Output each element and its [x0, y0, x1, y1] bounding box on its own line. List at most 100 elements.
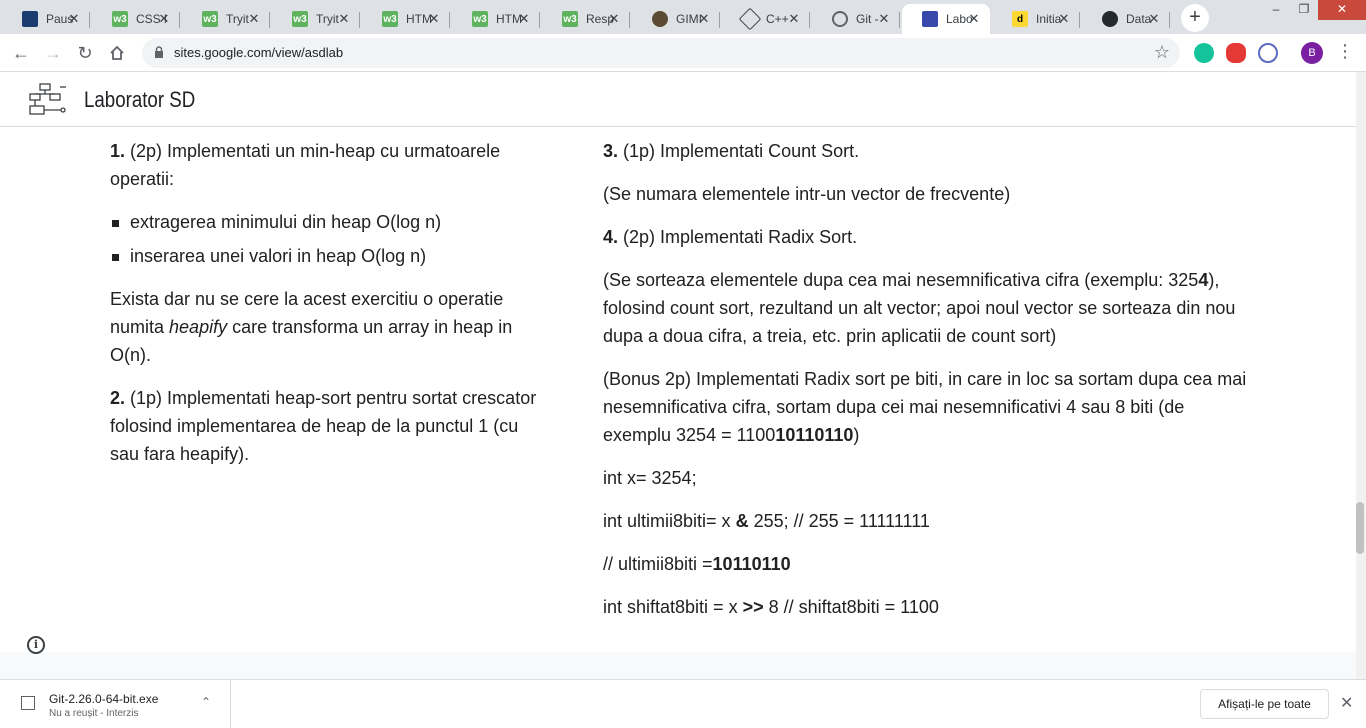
w3schools-icon: w3	[202, 11, 218, 27]
close-icon[interactable]: ✕	[1340, 693, 1353, 713]
lock-icon	[155, 46, 163, 58]
cpp-icon	[738, 7, 762, 31]
tab[interactable]: w3 Resp ✕	[542, 4, 630, 34]
close-tab-icon[interactable]: ✕	[336, 11, 352, 27]
tab-strip: Paus ✕ w3 CSS l ✕ w3 Tryit ✕ w3 Tryit ✕ w3 HTM ✕ w3 HTM…	[0, 0, 1366, 34]
tab[interactable]: Labo ✕	[902, 4, 990, 34]
tab-separator	[899, 12, 900, 28]
tab[interactable]: w3 HTM ✕	[452, 4, 540, 34]
menu-icon[interactable]: ⋮	[1336, 41, 1354, 62]
download-status: Nu a reușit - Interzis	[49, 708, 139, 719]
show-all-button[interactable]: Afișați-le pe toate	[1200, 689, 1329, 719]
bonus-note: (Bonus 2p) Implementati Radix sort pe bi…	[603, 369, 1247, 445]
close-tab-icon[interactable]: ✕	[876, 11, 892, 27]
tab[interactable]: w3 Tryit ✕	[272, 4, 360, 34]
w3schools-icon: w3	[472, 11, 488, 27]
tab-separator	[719, 12, 720, 28]
home-icon[interactable]	[105, 41, 129, 65]
close-tab-icon[interactable]: ✕	[426, 11, 442, 27]
w3schools-icon: w3	[112, 11, 128, 27]
tab-separator	[179, 12, 180, 28]
left-column: 1. (2p) Implementati un min-heap cu urma…	[110, 137, 550, 483]
close-tab-icon[interactable]: ✕	[786, 11, 802, 27]
tab[interactable]: d Initia ✕	[992, 4, 1080, 34]
code-line-4: int shiftat8biti = x >> 8 // shiftat8bit…	[603, 597, 939, 617]
close-tab-icon[interactable]: ✕	[966, 11, 982, 27]
close-tab-icon[interactable]: ✕	[1056, 11, 1072, 27]
tab-separator	[629, 12, 630, 28]
profile-avatar[interactable]: B	[1301, 42, 1323, 64]
tab[interactable]: w3 HTM ✕	[362, 4, 450, 34]
d-icon: d	[1012, 11, 1028, 27]
info-icon[interactable]: i	[27, 636, 45, 654]
code-line-3: // ultimii8biti =10110110	[603, 554, 791, 574]
minimize-button[interactable]: –	[1262, 0, 1290, 20]
tab-separator	[539, 12, 540, 28]
download-bar: Git-2.26.0-64-bit.exe Nu a reușit - Inte…	[0, 679, 1366, 728]
tab[interactable]: C++ ✕	[722, 4, 810, 34]
tab-separator	[449, 12, 450, 28]
tab-separator	[1169, 12, 1170, 28]
address-bar[interactable]: sites.google.com/view/asdlab ☆	[142, 38, 1180, 68]
file-icon	[21, 696, 35, 710]
tab-separator	[359, 12, 360, 28]
exercise-4-note: (Se sorteaza elementele dupa cea mai nes…	[603, 270, 1236, 346]
list-item: inserarea unei valori in heap O(log n)	[110, 242, 550, 270]
exercise-3: 3. (1p) Implementati Count Sort.	[603, 141, 860, 161]
code-line-2: int ultimii8biti= x & 255; // 255 = 1111…	[603, 511, 930, 531]
site-logo-icon[interactable]	[28, 82, 68, 116]
page-footer-band	[0, 652, 1356, 679]
sites-icon	[922, 11, 938, 27]
scrollbar-thumb[interactable]	[1356, 502, 1364, 554]
gimp-icon	[652, 11, 668, 27]
code-line-1: int x= 3254;	[603, 468, 697, 488]
tab[interactable]: Data ✕	[1082, 4, 1170, 34]
block-extension-icon[interactable]	[1258, 43, 1278, 63]
exercise-3-note: (Se numara elementele intr-un vector de …	[603, 184, 1011, 204]
close-tab-icon[interactable]: ✕	[156, 11, 172, 27]
back-icon[interactable]: ←	[9, 41, 33, 65]
adblock-icon[interactable]	[1226, 43, 1246, 63]
exercise-2: 2. (1p) Implementati heap-sort pentru so…	[110, 388, 537, 464]
w3schools-icon: w3	[382, 11, 398, 27]
download-filename: Git-2.26.0-64-bit.exe	[49, 692, 159, 706]
w3schools-icon: w3	[292, 11, 308, 27]
url-text: sites.google.com/view/asdlab	[174, 45, 344, 60]
close-tab-icon[interactable]: ✕	[66, 11, 82, 27]
chevron-up-icon[interactable]: ⌃	[201, 695, 211, 709]
close-tab-icon[interactable]: ✕	[1146, 11, 1162, 27]
tab[interactable]: GIMI ✕	[632, 4, 720, 34]
close-tab-icon[interactable]: ✕	[516, 11, 532, 27]
ex1-bullet-list: extragerea minimului din heap O(log n) i…	[110, 208, 550, 270]
reload-icon[interactable]: ↻	[73, 41, 97, 65]
video-icon	[22, 11, 38, 27]
tab-separator	[89, 12, 90, 28]
github-icon	[1102, 11, 1118, 27]
forward-icon[interactable]: →	[41, 41, 65, 65]
list-item: extragerea minimului din heap O(log n)	[110, 208, 550, 236]
tab-separator	[809, 12, 810, 28]
tab-separator	[1079, 12, 1080, 28]
w3schools-icon: w3	[562, 11, 578, 27]
close-window-button[interactable]: ✕	[1318, 0, 1366, 20]
right-column: 3. (1p) Implementati Count Sort. (Se num…	[603, 137, 1253, 636]
tab[interactable]: Git - ✕	[812, 4, 900, 34]
close-tab-icon[interactable]: ✕	[606, 11, 622, 27]
tab[interactable]: w3 Tryit ✕	[182, 4, 270, 34]
tab[interactable]: w3 CSS l ✕	[92, 4, 180, 34]
close-tab-icon[interactable]: ✕	[696, 11, 712, 27]
globe-icon	[832, 11, 848, 27]
page-scrollbar[interactable]	[1356, 72, 1366, 679]
bookmark-star-icon[interactable]: ☆	[1154, 42, 1170, 63]
maximize-button[interactable]: ❐	[1290, 0, 1318, 20]
browser-toolbar: ← → ↻ sites.google.com/view/asdlab ☆ B ⋮	[0, 34, 1366, 72]
heapify-note: Exista dar nu se cere la acest exercitiu…	[110, 289, 513, 365]
close-tab-icon[interactable]: ✕	[246, 11, 262, 27]
exercise-1: 1. (2p) Implementati un min-heap cu urma…	[110, 141, 501, 189]
tab-separator	[269, 12, 270, 28]
download-item[interactable]: Git-2.26.0-64-bit.exe Nu a reușit - Inte…	[0, 680, 231, 728]
tab[interactable]: Paus ✕	[2, 4, 90, 34]
grammarly-icon[interactable]	[1194, 43, 1214, 63]
site-title[interactable]: Laborator SD	[84, 87, 195, 113]
new-tab-button[interactable]: +	[1181, 4, 1209, 32]
